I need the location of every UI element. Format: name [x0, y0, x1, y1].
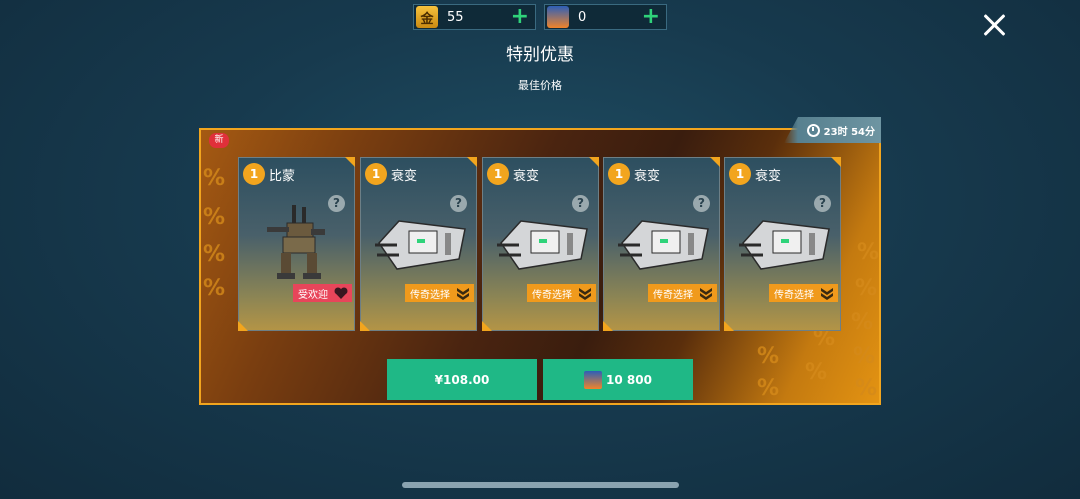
price-gems-label: 10 800 [606, 372, 652, 387]
tag-label: 传奇选择 [532, 289, 572, 301]
gem-amount: 0 [578, 9, 587, 25]
gem-currency: 0 + [544, 4, 667, 30]
weapon-icon [375, 220, 466, 270]
percent-decoration: % [853, 344, 876, 369]
tag-label: 传奇选择 [410, 289, 450, 301]
new-badge: 新 [209, 133, 229, 148]
percent-decoration: % [805, 360, 828, 385]
quantity-badge: 1 [487, 163, 509, 185]
card-title: 比蒙 [269, 169, 296, 184]
timer-text: 23时 54分 [823, 126, 875, 138]
card-title: 衰变 [391, 169, 418, 184]
percent-decoration: % [203, 166, 226, 191]
offer-card-mech[interactable]: 1 比蒙 ? 受欢迎 [238, 157, 355, 331]
quantity-badge: 1 [365, 163, 387, 185]
add-gems-button[interactable]: + [642, 6, 660, 28]
page-title: 特别优惠 [506, 45, 574, 65]
percent-decoration: % [855, 376, 878, 401]
legendary-tag: 传奇选择 [769, 284, 838, 302]
quantity-badge: 1 [729, 163, 751, 185]
home-indicator[interactable] [402, 482, 679, 488]
buy-with-money-button[interactable]: ¥108.00 [387, 359, 537, 400]
card-title: 衰变 [755, 169, 782, 184]
gold-amount: 55 [447, 9, 464, 25]
weapon-icon [497, 220, 588, 270]
percent-decoration: % [855, 276, 878, 301]
tag-label: 受欢迎 [298, 289, 328, 301]
percent-decoration: % [757, 376, 780, 401]
rank-chevron-icon [700, 288, 712, 300]
tag-label: 传奇选择 [774, 289, 814, 301]
offer-card-weapon[interactable]: 1 衰变 ? 传奇选择 [724, 157, 841, 331]
card-title: 衰变 [634, 169, 661, 184]
heart-icon [334, 287, 348, 299]
rank-chevron-icon [457, 288, 469, 300]
weapon-icon [618, 220, 709, 270]
buy-with-gems-button[interactable]: 10 800 [543, 359, 693, 400]
legendary-tag: 传奇选择 [405, 284, 474, 302]
tag-label: 传奇选择 [653, 289, 693, 301]
quantity-badge: 1 [608, 163, 630, 185]
weapon-icon [739, 220, 830, 270]
offer-card-weapon[interactable]: 1 衰变 ? 传奇选择 [482, 157, 599, 331]
gold-icon: 金 [416, 6, 438, 28]
percent-decoration: % [203, 205, 226, 230]
mech-robot-icon [267, 205, 325, 279]
gem-icon [547, 6, 569, 28]
offer-card-weapon[interactable]: 1 衰变 ? 传奇选择 [603, 157, 720, 331]
popular-tag: 受欢迎 [293, 284, 352, 302]
offer-card-weapon[interactable]: 1 衰变 ? 传奇选择 [360, 157, 477, 331]
rank-chevron-icon [821, 288, 833, 300]
legendary-tag: 传奇选择 [648, 284, 717, 302]
card-title: 衰变 [513, 169, 540, 184]
percent-decoration: % [203, 242, 226, 267]
price-money-label: ¥108.00 [434, 372, 490, 387]
add-gold-button[interactable]: + [511, 6, 529, 28]
quantity-badge: 1 [243, 163, 265, 185]
page-subtitle: 最佳价格 [518, 79, 562, 92]
close-icon[interactable] [982, 13, 1006, 37]
legendary-tag: 传奇选择 [527, 284, 596, 302]
percent-decoration: % [857, 240, 880, 265]
clock-icon [806, 123, 820, 137]
percent-decoration: % [203, 276, 226, 301]
percent-decoration: % [851, 310, 874, 335]
rank-chevron-icon [579, 288, 591, 300]
gem-icon [584, 370, 603, 389]
gold-currency: 金 55 + [413, 4, 536, 30]
percent-decoration: % [757, 344, 780, 369]
offer-timer: 23时 54分 [784, 117, 881, 143]
